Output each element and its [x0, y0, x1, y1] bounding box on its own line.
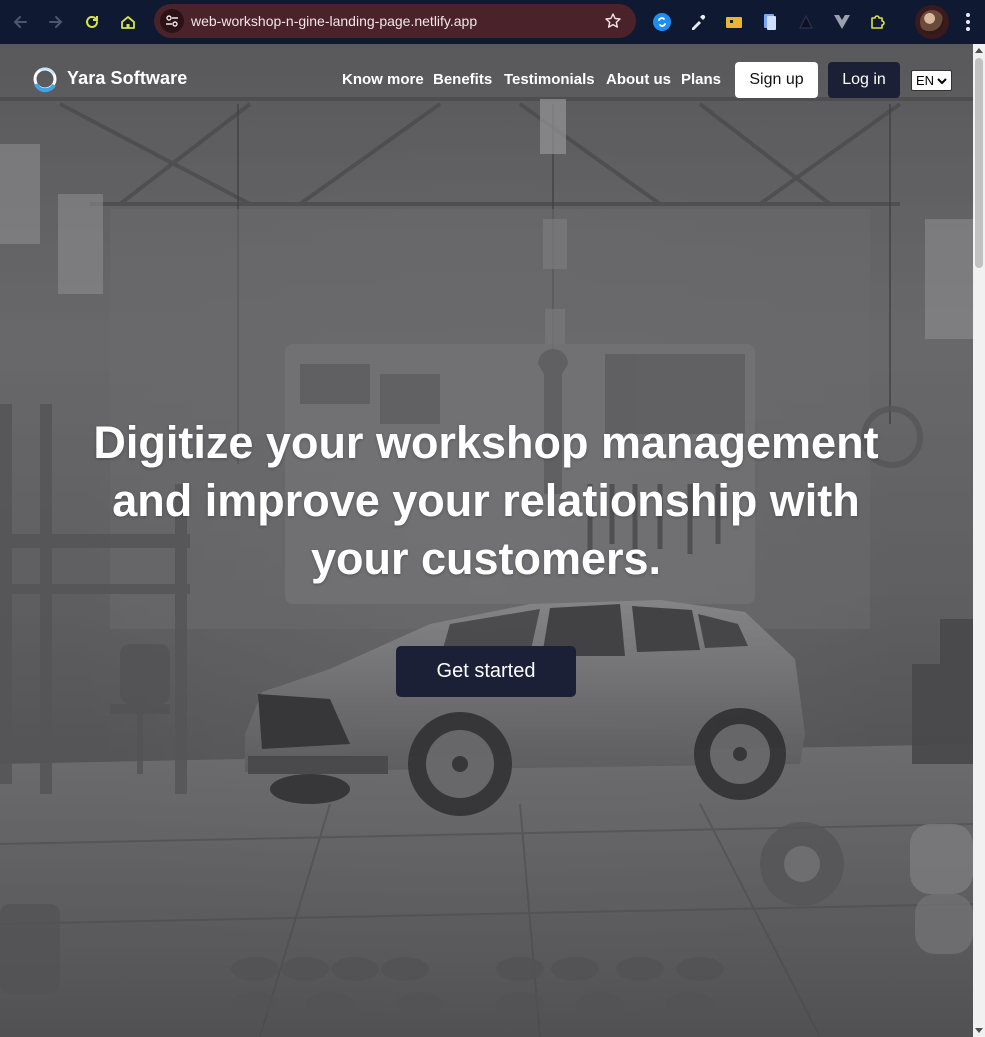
nav-link-about-us[interactable]: About us — [606, 71, 671, 88]
document-extension-icon[interactable] — [759, 11, 781, 33]
chevron-down-icon — [937, 78, 947, 85]
signup-button[interactable]: Sign up — [735, 62, 818, 98]
page-scrollbar[interactable] — [973, 44, 985, 1037]
hero-headline-line-1: Digitize your workshop management — [93, 417, 879, 468]
hero-headline: Digitize your workshop management and im… — [60, 414, 912, 588]
back-icon[interactable] — [8, 10, 32, 34]
nav-link-know-more[interactable]: Know more — [342, 71, 424, 88]
bookmark-star-icon[interactable] — [604, 12, 622, 35]
nav-link-testimonials[interactable]: Testimonials — [504, 71, 595, 88]
login-button[interactable]: Log in — [828, 62, 900, 98]
browser-toolbar: web-workshop-n-gine-landing-page.netlify… — [0, 0, 985, 44]
home-icon[interactable] — [116, 10, 140, 34]
eyedropper-extension-icon[interactable] — [687, 11, 709, 33]
vue-devtools-icon[interactable] — [831, 11, 853, 33]
url-text[interactable]: web-workshop-n-gine-landing-page.netlify… — [191, 13, 477, 29]
scroll-up-arrow-icon[interactable] — [975, 48, 983, 53]
brand-name[interactable]: Yara Software — [67, 68, 187, 89]
language-value: EN — [916, 73, 935, 88]
get-started-button[interactable]: Get started — [396, 646, 576, 697]
profile-avatar[interactable] — [915, 5, 949, 39]
scroll-down-arrow-icon[interactable] — [975, 1028, 983, 1033]
hero-headline-line-3: your customers. — [310, 533, 662, 584]
menu-icon[interactable] — [958, 11, 978, 33]
extensions-puzzle-icon[interactable] — [867, 11, 889, 33]
forward-icon[interactable] — [44, 10, 68, 34]
dark-extension-icon[interactable] — [795, 11, 817, 33]
landing-page: Yara Software Know more Benefits Testimo… — [0, 44, 973, 1037]
nav-link-benefits[interactable]: Benefits — [433, 71, 492, 88]
folder-extension-icon[interactable] — [723, 11, 745, 33]
address-bar[interactable]: web-workshop-n-gine-landing-page.netlify… — [154, 4, 636, 38]
yara-logo-icon[interactable] — [32, 64, 58, 94]
reload-icon[interactable] — [80, 10, 104, 34]
scrollbar-thumb[interactable] — [975, 58, 983, 268]
shazam-extension-icon[interactable] — [651, 11, 673, 33]
nav-link-plans[interactable]: Plans — [681, 71, 721, 88]
site-settings-icon[interactable] — [160, 9, 184, 33]
hero-headline-line-2: and improve your relationship with — [112, 475, 860, 526]
language-select[interactable]: EN — [911, 70, 952, 91]
